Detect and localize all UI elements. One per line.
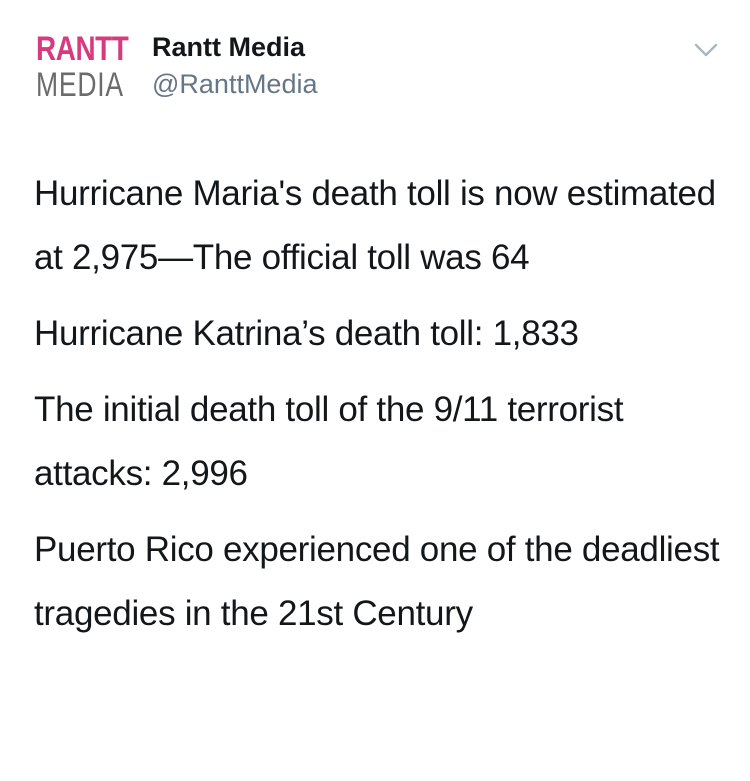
account-names: Rantt Media @RanttMedia bbox=[152, 30, 317, 102]
logo-wordmark-top: RANTT bbox=[36, 30, 129, 68]
tweet-paragraph: Hurricane Maria's death toll is now esti… bbox=[34, 174, 716, 277]
tweet-text: Hurricane Maria's death toll is now esti… bbox=[34, 162, 724, 658]
chevron-down-icon[interactable] bbox=[692, 40, 720, 60]
tweet-paragraph: Puerto Rico experienced one of the deadl… bbox=[34, 530, 720, 633]
tweet-header: RANTT MEDIA Rantt Media @RanttMedia bbox=[34, 28, 724, 118]
avatar[interactable]: RANTT MEDIA bbox=[34, 28, 134, 108]
logo-wordmark-bottom: MEDIA bbox=[36, 66, 124, 104]
account-handle[interactable]: @RanttMedia bbox=[152, 66, 317, 102]
tweet-paragraph: The initial death toll of the 9/11 terro… bbox=[34, 390, 624, 493]
tweet-card: RANTT MEDIA Rantt Media @RanttMedia Hurr… bbox=[0, 0, 750, 781]
display-name[interactable]: Rantt Media bbox=[152, 30, 317, 64]
tweet-paragraph: Hurricane Katrina’s death toll: 1,833 bbox=[34, 314, 579, 353]
